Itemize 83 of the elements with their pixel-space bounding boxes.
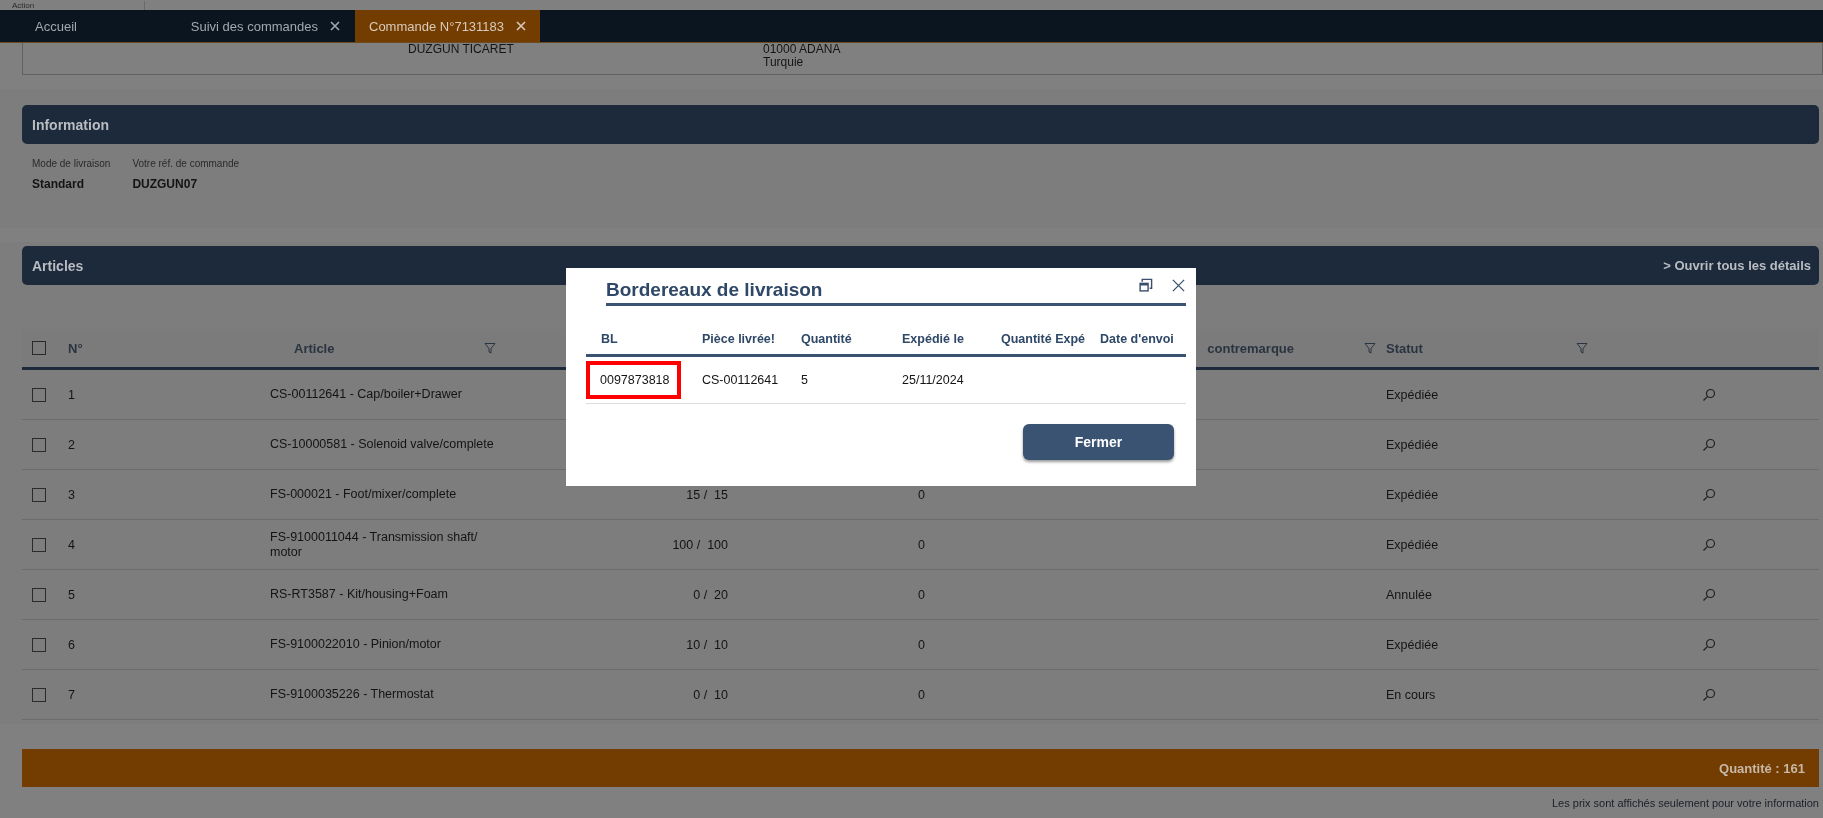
total-quantity: Quantité : 161 (1719, 760, 1805, 776)
filter-icon[interactable] (484, 342, 496, 354)
checkbox[interactable] (32, 587, 46, 602)
table-cell: 0 (918, 637, 925, 652)
table-cell: 4 (68, 537, 75, 552)
search-icon[interactable] (1702, 587, 1716, 602)
column-header: Statut (1386, 340, 1423, 356)
field-value: DUZGUN07 (132, 177, 199, 191)
table-cell: RS-RT3587 - Kit/housing+Foam (270, 587, 448, 601)
search-icon[interactable] (1702, 487, 1716, 502)
column-header: Expédié le (902, 332, 965, 346)
table-cell: Expédiée (1386, 487, 1439, 502)
field-label: Votre réf. de commande (132, 158, 240, 169)
table-cell: CS-00112641 - Cap/boiler+Drawer (270, 387, 462, 401)
filter-icon[interactable] (1364, 342, 1376, 354)
table-cell: 0 (918, 587, 925, 602)
table-cell: 1 (68, 387, 75, 402)
dialog-title: Bordereaux de livraison (606, 279, 823, 301)
table-cell: 3 (68, 487, 75, 502)
column-header: Date d'envoi (1100, 332, 1175, 346)
table-cell: FS-9100035226 - Thermostat (270, 687, 434, 701)
table-cell: Expédiée (1386, 387, 1439, 402)
table-cell: 0 (918, 687, 925, 702)
footer-note: Les prix sont affichés seulement pour votre information (1552, 797, 1819, 809)
table-cell: 6 (68, 637, 75, 652)
column-header: Article (294, 340, 335, 356)
search-icon[interactable] (1702, 387, 1716, 402)
table-cell: 0 / 20 (693, 587, 728, 602)
column-header: contremarque (1207, 340, 1294, 356)
field-label: Mode de livraison (32, 158, 111, 169)
search-icon[interactable] (1702, 637, 1716, 652)
close-icon[interactable] (330, 21, 340, 31)
table-cell: 100 / 100 (672, 537, 728, 552)
tab[interactable]: Accueil (0, 10, 160, 42)
table-cell: FS-9100011044 - Transmission shaft/ motor (270, 529, 478, 559)
checkbox[interactable] (32, 341, 46, 355)
table-cell-text: 25/11/2024 (902, 373, 965, 387)
table-cell: 0097873818 (586, 361, 681, 399)
section-title: Articles (32, 257, 84, 274)
close-icon[interactable] (1171, 278, 1186, 293)
table-cell: 15 / 15 (686, 487, 728, 502)
close-button[interactable]: Fermer (1023, 424, 1174, 460)
table-cell: 2 (68, 437, 75, 452)
tab[interactable]: Suivi des commandes (160, 10, 355, 42)
column-header: Pièce livrée! (702, 332, 776, 346)
table-cell: FS-000021 - Foot/mixer/complete (270, 487, 457, 501)
table-cell-text: CS-00112641 (702, 373, 780, 387)
table-cell: 5 (68, 587, 75, 602)
column-header: BL (601, 332, 619, 346)
search-icon[interactable] (1702, 687, 1716, 702)
column-header: Quantité (801, 332, 853, 346)
checkbox[interactable] (32, 487, 46, 502)
table-cell: 0 / 10 (693, 687, 728, 702)
checkbox[interactable] (32, 387, 46, 402)
table-cell: 0 (918, 487, 925, 502)
address-line: 01000 ADANA (763, 43, 841, 56)
search-icon[interactable] (1702, 437, 1716, 452)
table-cell: Expédiée (1386, 437, 1439, 452)
table-cell: 0 (918, 537, 925, 552)
table-cell: 7 (68, 687, 75, 702)
address-line: DUZGUN TICARET (408, 43, 515, 56)
checkbox[interactable] (32, 437, 46, 452)
checkbox[interactable] (32, 637, 46, 652)
table-cell: CS-10000581 - Solenoid valve/complete (270, 437, 494, 451)
table-cell: FS-9100022010 - Pinion/motor (270, 637, 441, 651)
column-header: N° (68, 340, 83, 356)
table-cell: 10 / 10 (686, 637, 728, 652)
column-header: Quantité Expé (1001, 332, 1087, 346)
table-cell-text: 5 (801, 373, 809, 387)
address-line: Turquie (763, 56, 805, 69)
checkbox[interactable] (32, 537, 46, 552)
tab[interactable]: Commande N°7131183 (355, 10, 541, 42)
search-icon[interactable] (1702, 537, 1716, 552)
table-cell: En cours (1386, 687, 1436, 702)
details-link[interactable]: > Ouvrir tous les détails (1663, 258, 1811, 273)
filter-icon[interactable] (1576, 342, 1588, 354)
table-cell: Expédiée (1386, 637, 1439, 652)
section-title: Information (32, 116, 109, 133)
table-cell: Expédiée (1386, 537, 1439, 552)
restore-icon[interactable] (1138, 278, 1153, 293)
field-value: Standard (32, 177, 85, 191)
checkbox[interactable] (32, 687, 46, 702)
table-cell: Annulée (1386, 587, 1432, 602)
